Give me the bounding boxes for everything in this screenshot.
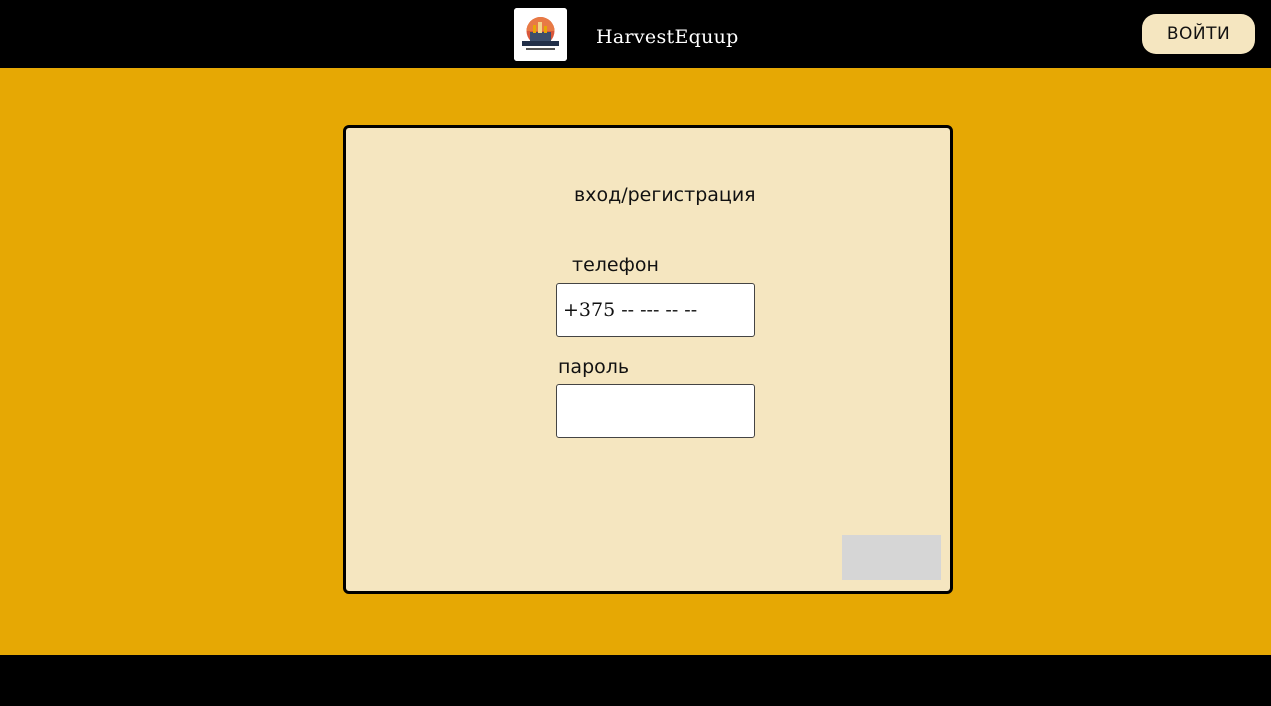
harvest-logo-icon[interactable] bbox=[514, 8, 567, 61]
submit-button[interactable] bbox=[842, 535, 941, 580]
top-bar: HarvestEquup ВОЙТИ bbox=[0, 0, 1271, 68]
brand-name: HarvestEquup bbox=[596, 26, 739, 48]
phone-input[interactable] bbox=[556, 283, 755, 337]
phone-label: телефон bbox=[572, 254, 659, 276]
password-input[interactable] bbox=[556, 384, 755, 438]
footer-bar bbox=[0, 655, 1271, 706]
password-label: пароль bbox=[558, 356, 630, 378]
form-title: вход/регистрация bbox=[574, 184, 756, 206]
login-button[interactable]: ВОЙТИ bbox=[1142, 14, 1255, 54]
